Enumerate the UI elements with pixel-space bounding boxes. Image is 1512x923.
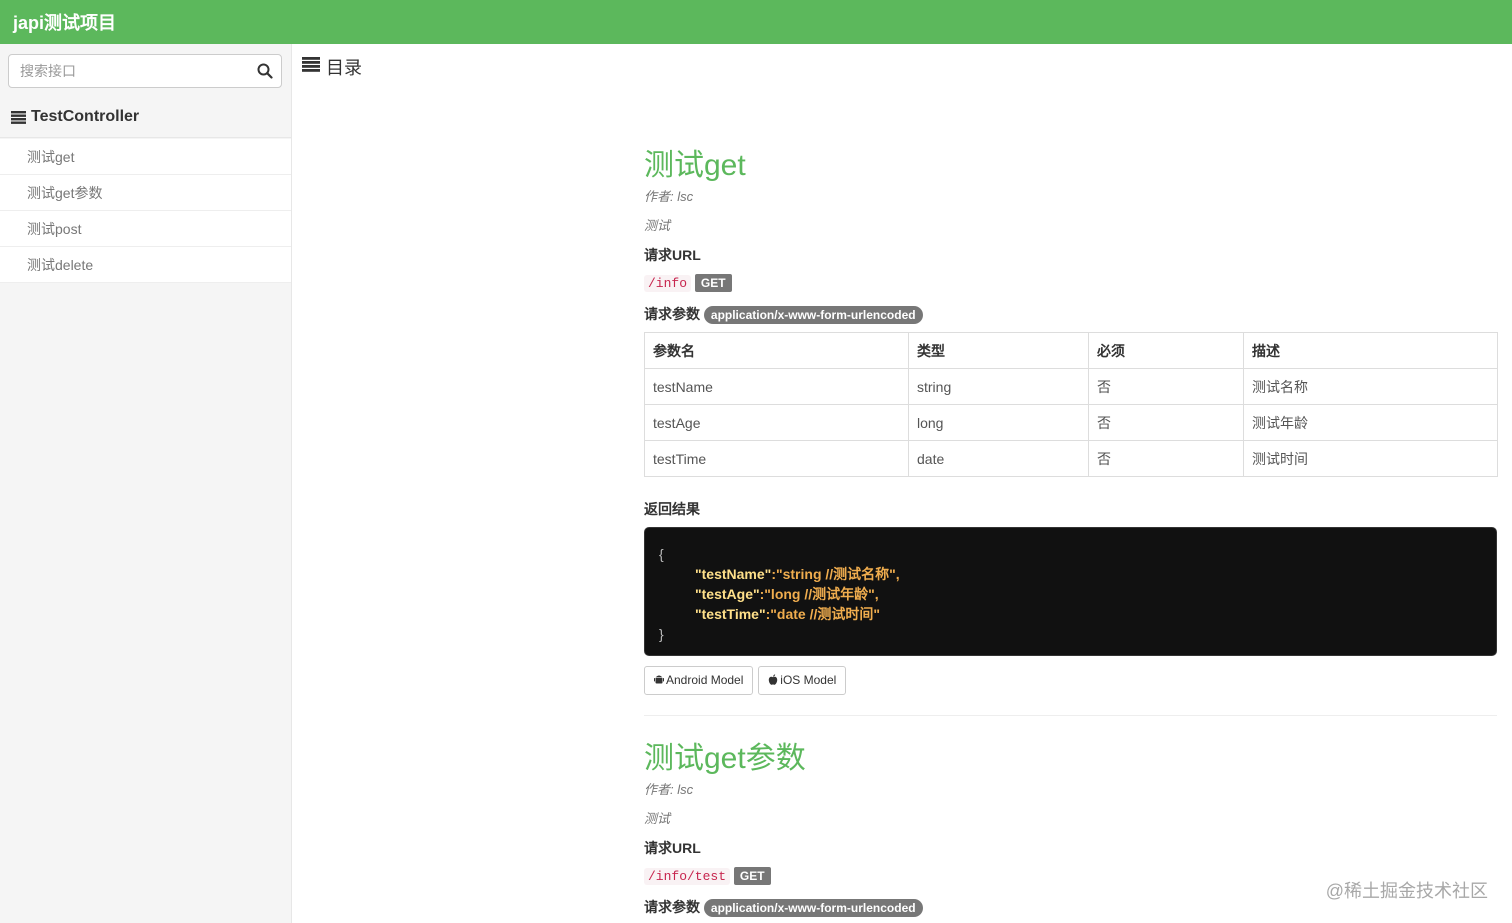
table-cell: date bbox=[908, 440, 1089, 477]
request-url: /info/test bbox=[644, 868, 731, 885]
controller-group-title: TestController bbox=[31, 108, 140, 125]
code-value: :"date //测试时间" bbox=[765, 606, 881, 622]
code-value: :"long //测试年龄", bbox=[759, 586, 879, 602]
table-cell: 测试年龄 bbox=[1243, 404, 1498, 441]
model-button-group: Android Model iOS Model bbox=[644, 666, 847, 695]
response-code-block: { "testName":"string //测试名称", "testAge":… bbox=[644, 527, 1497, 656]
content-type-badge: application/x-www-form-urlencoded bbox=[703, 306, 923, 324]
list-icon bbox=[11, 111, 26, 124]
api-nav-list: 测试get 测试get参数 测试post 测试delete bbox=[0, 139, 291, 283]
controller-group-header[interactable]: TestController bbox=[0, 98, 291, 138]
sidebar-item-test-get-params[interactable]: 测试get参数 bbox=[0, 175, 291, 211]
table-cell: 否 bbox=[1088, 404, 1244, 441]
code-key: "testName" bbox=[695, 566, 772, 582]
sidebar-item-test-get[interactable]: 测试get bbox=[0, 139, 291, 175]
column-header: 描述 bbox=[1243, 332, 1498, 369]
request-url-label: 请求URL bbox=[644, 840, 701, 856]
method-badge: GET bbox=[733, 867, 771, 885]
column-header: 必须 bbox=[1088, 332, 1244, 369]
ios-model-label: iOS Model bbox=[780, 673, 837, 687]
api-author: 作者: lsc bbox=[644, 782, 694, 797]
section-divider bbox=[644, 715, 1497, 716]
code-key: "testAge" bbox=[695, 586, 760, 602]
request-url: /info bbox=[644, 275, 692, 292]
code-brace-close: } bbox=[659, 626, 664, 642]
api-description: 测试 bbox=[644, 218, 671, 233]
table-cell: 测试名称 bbox=[1243, 368, 1498, 405]
top-navbar: japi测试项目 bbox=[0, 0, 1512, 44]
content-type-badge: application/x-www-form-urlencoded bbox=[703, 899, 923, 917]
code-brace-open: { bbox=[659, 546, 664, 562]
api-title: 测试get bbox=[644, 149, 746, 182]
request-params-row: 请求参数 application/x-www-form-urlencoded bbox=[644, 897, 923, 917]
table-cell: long bbox=[908, 404, 1089, 441]
sidebar: TestController 测试get 测试get参数 测试post 测试de… bbox=[0, 44, 292, 923]
api-author: 作者: lsc bbox=[644, 189, 694, 204]
project-brand[interactable]: japi测试项目 bbox=[13, 9, 116, 35]
request-params-row: 请求参数 application/x-www-form-urlencoded bbox=[644, 304, 923, 324]
table-cell: 否 bbox=[1088, 440, 1244, 477]
table-header-row: 参数名 类型 必须 描述 bbox=[644, 332, 1498, 369]
search-input[interactable] bbox=[9, 55, 249, 87]
method-badge: GET bbox=[694, 274, 732, 292]
column-header: 参数名 bbox=[644, 332, 909, 369]
table-cell: testTime bbox=[644, 440, 909, 477]
android-model-button[interactable]: Android Model bbox=[644, 666, 754, 695]
table-row: testName string 否 测试名称 bbox=[644, 368, 1498, 405]
table-cell: testName bbox=[644, 368, 909, 405]
table-row: testTime date 否 测试时间 bbox=[644, 440, 1498, 477]
ios-model-button[interactable]: iOS Model bbox=[758, 666, 847, 695]
request-url-row: /info/test GET bbox=[644, 867, 771, 885]
toc-label: 目录 bbox=[326, 58, 362, 78]
request-params-label: 请求参数 bbox=[644, 306, 700, 322]
search-icon[interactable] bbox=[257, 63, 273, 79]
android-model-label: Android Model bbox=[666, 673, 744, 687]
column-header: 类型 bbox=[908, 332, 1089, 369]
params-table: 参数名 类型 必须 描述 testName string 否 测试名称 test… bbox=[644, 332, 1498, 477]
sidebar-item-test-delete[interactable]: 测试delete bbox=[0, 247, 291, 283]
request-url-row: /info GET bbox=[644, 274, 732, 292]
request-url-label: 请求URL bbox=[644, 247, 701, 263]
apple-icon bbox=[769, 674, 778, 685]
api-description: 测试 bbox=[644, 811, 671, 826]
code-line: "testName":"string //测试名称", bbox=[659, 564, 1482, 584]
table-row: testAge long 否 测试年龄 bbox=[644, 404, 1498, 441]
table-cell: testAge bbox=[644, 404, 909, 441]
table-cell: string bbox=[908, 368, 1089, 405]
code-line: "testTime":"date //测试时间" bbox=[659, 604, 1482, 624]
list-icon bbox=[302, 57, 320, 72]
watermark: @稀土掘金技术社区 bbox=[1325, 881, 1488, 901]
android-icon bbox=[654, 675, 664, 684]
search-box bbox=[8, 54, 282, 88]
request-params-label: 请求参数 bbox=[644, 899, 700, 915]
sidebar-item-test-post[interactable]: 测试post bbox=[0, 211, 291, 247]
response-label: 返回结果 bbox=[644, 501, 700, 517]
code-key: "testTime" bbox=[695, 606, 766, 622]
table-cell: 否 bbox=[1088, 368, 1244, 405]
code-value: :"string //测试名称", bbox=[771, 566, 900, 582]
api-title: 测试get参数 bbox=[644, 742, 806, 775]
table-cell: 测试时间 bbox=[1243, 440, 1498, 477]
code-line: "testAge":"long //测试年龄", bbox=[659, 584, 1482, 604]
